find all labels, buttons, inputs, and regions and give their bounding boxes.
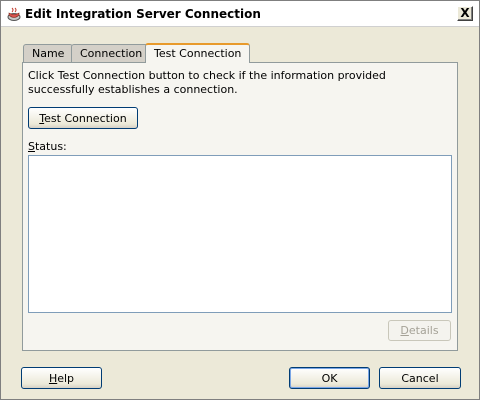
status-output[interactable] <box>28 155 452 313</box>
test-connection-button[interactable]: Test Connection <box>28 107 138 129</box>
close-icon: X <box>460 6 470 20</box>
title-bar[interactable]: Edit Integration Server Connection X <box>1 1 479 27</box>
tab-test-connection-label: Test Connection <box>154 47 242 60</box>
help-label: elp <box>57 371 75 385</box>
test-connection-label: est Connection <box>44 111 127 125</box>
status-label: Status: <box>28 140 67 153</box>
help-mnemonic: H <box>48 371 58 385</box>
ok-button[interactable]: OK <box>289 367 370 389</box>
help-button[interactable]: Help <box>21 367 102 389</box>
tab-name[interactable]: Name <box>23 44 74 63</box>
status-mnemonic: S <box>28 140 35 153</box>
cancel-button[interactable]: Cancel <box>379 367 461 389</box>
tab-connection-label: Connection <box>80 47 143 60</box>
cancel-label: Cancel <box>401 371 439 385</box>
close-button[interactable]: X <box>457 6 473 21</box>
tab-connection[interactable]: Connection <box>71 44 152 63</box>
java-cup-icon <box>7 7 21 21</box>
tab-name-label: Name <box>32 47 65 60</box>
status-label-text: tatus: <box>34 140 67 153</box>
dialog-title: Edit Integration Server Connection <box>25 7 261 21</box>
ok-label: OK <box>321 371 338 385</box>
details-button[interactable]: Details <box>388 320 451 341</box>
details-label: etails <box>408 324 439 337</box>
dialog-window: Edit Integration Server Connection X Nam… <box>0 0 480 400</box>
tab-test-connection[interactable]: Test Connection <box>145 43 251 63</box>
details-mnemonic: D <box>400 324 409 337</box>
instructions-text: Click Test Connection button to check if… <box>28 69 386 96</box>
